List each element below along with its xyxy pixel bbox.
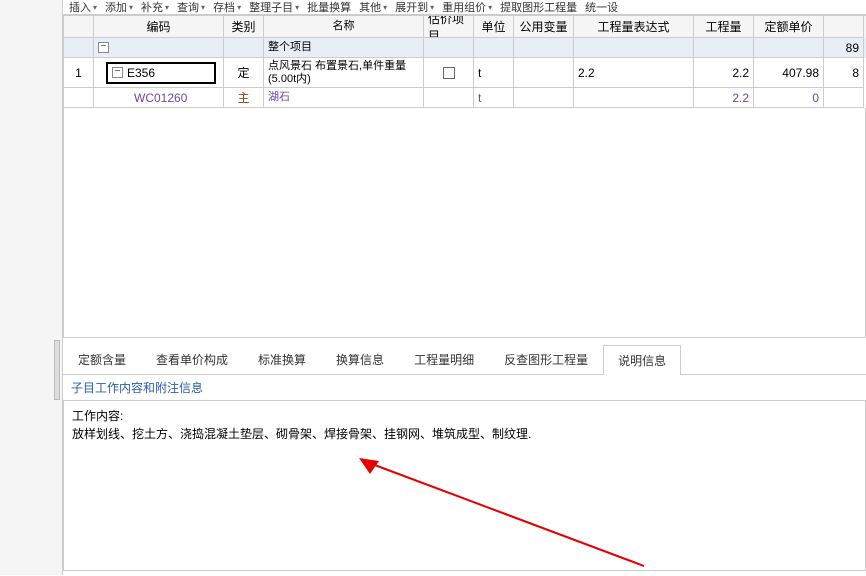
toolbar-extract[interactable]: 提取图形工程量 <box>500 0 577 15</box>
col-price[interactable]: 定额单价 <box>754 16 824 38</box>
tab-price-comp[interactable]: 查看单价构成 <box>141 344 243 374</box>
col-name[interactable]: 名称 <box>264 16 424 38</box>
section-row[interactable]: − 整个项目 89 <box>64 38 866 58</box>
toolbar-expand[interactable]: 展开到▾ <box>395 0 434 15</box>
collapse-icon[interactable]: − <box>98 42 109 53</box>
toolbar-query[interactable]: 查询▾ <box>177 0 205 15</box>
col-seq[interactable] <box>64 16 94 38</box>
toolbar-batch[interactable]: 批量换算 <box>307 0 351 15</box>
subtab-work-content[interactable]: 子目工作内容和附注信息 <box>63 375 866 401</box>
toolbar-archive[interactable]: 存档▾ <box>213 0 241 15</box>
col-qty[interactable]: 工程量 <box>694 16 754 38</box>
estimate-checkbox[interactable] <box>443 67 455 79</box>
description-panel: 工作内容: 放样划线、挖土方、浇捣混凝土垫层、砌骨架、焊接骨架、挂钢网、堆筑成型… <box>63 401 866 571</box>
annotation-arrow-icon <box>354 456 654 576</box>
panel-splitter[interactable] <box>54 340 60 400</box>
toolbar-unify[interactable]: 统一设 <box>585 0 618 15</box>
bottom-tabs: 定额含量 查看单价构成 标准换算 换算信息 工程量明细 反查图形工程量 说明信息 <box>63 344 866 375</box>
table-row[interactable]: 1 −E356 定 点风景石 布置景石,单件重量(5.00t内) t 2.2 2… <box>64 58 866 88</box>
table-row[interactable]: WC01260 主 湖石 t 2.2 0 <box>64 88 866 108</box>
col-expr[interactable]: 工程量表达式 <box>574 16 694 38</box>
toolbar: 插入▾ 添加▾ 补充▾ 查询▾ 存档▾ 整理子目▾ 批量换算 其他▾ 展开到▾ … <box>63 0 866 15</box>
col-est[interactable]: 估价项目 <box>424 16 474 38</box>
col-pub[interactable]: 公用变量 <box>514 16 574 38</box>
tab-std-conv[interactable]: 标准换算 <box>243 344 321 374</box>
toolbar-organize[interactable]: 整理子目▾ <box>249 0 299 15</box>
collapse-icon[interactable]: − <box>112 67 123 78</box>
tab-desc[interactable]: 说明信息 <box>603 345 681 375</box>
tab-reverse[interactable]: 反查图形工程量 <box>489 344 603 374</box>
content-title: 工作内容: <box>72 407 857 425</box>
toolbar-add[interactable]: 添加▾ <box>105 0 133 15</box>
content-body: 放样划线、挖土方、浇捣混凝土垫层、砌骨架、焊接骨架、挂钢网、堆筑成型、制纹理. <box>72 425 857 443</box>
data-grid: 编码 类别 名称 估价项目 单位 公用变量 工程量表达式 工程量 定额单价 − … <box>63 15 866 338</box>
col-total[interactable] <box>824 16 864 38</box>
toolbar-insert[interactable]: 插入▾ <box>69 0 97 15</box>
toolbar-reuse[interactable]: 重用组价▾ <box>442 0 492 15</box>
grid-empty-area <box>64 108 866 338</box>
tab-conv-info[interactable]: 换算信息 <box>321 344 399 374</box>
col-unit[interactable]: 单位 <box>474 16 514 38</box>
code-input[interactable]: −E356 <box>106 62 216 84</box>
tab-quota[interactable]: 定额含量 <box>63 344 141 374</box>
tab-qty-detail[interactable]: 工程量明细 <box>399 344 489 374</box>
col-code[interactable]: 编码 <box>94 16 224 38</box>
toolbar-supplement[interactable]: 补充▾ <box>141 0 169 15</box>
col-type[interactable]: 类别 <box>224 16 264 38</box>
toolbar-other[interactable]: 其他▾ <box>359 0 387 15</box>
